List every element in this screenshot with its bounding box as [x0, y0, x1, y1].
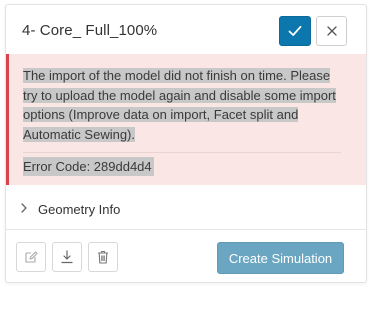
- simulation-card: 4- Core_ Full_100% The import of the mod…: [5, 4, 367, 283]
- check-icon: [288, 25, 302, 36]
- error-divider: [23, 152, 341, 153]
- chevron-right-icon: [21, 203, 27, 213]
- error-code: Error Code: 289dd4d4: [23, 157, 154, 176]
- close-button[interactable]: [316, 16, 347, 46]
- card-footer: Create Simulation: [6, 231, 366, 283]
- error-line: Automatic Sewing).: [23, 126, 135, 142]
- edit-button[interactable]: [16, 242, 46, 272]
- confirm-button[interactable]: [279, 16, 311, 46]
- download-button[interactable]: [52, 242, 82, 272]
- close-icon: [326, 26, 337, 36]
- error-line: The import of the model did not finish o…: [23, 68, 331, 83]
- error-line: options (Improve data on import, Facet s…: [23, 107, 299, 122]
- geometry-info-row[interactable]: Geometry Info: [6, 185, 366, 230]
- download-icon: [61, 250, 73, 264]
- trash-icon: [98, 250, 108, 264]
- error-message: The import of the model did not finish o…: [23, 66, 343, 144]
- edit-icon: [25, 251, 38, 263]
- geometry-info-label: Geometry Info: [38, 202, 121, 217]
- card-title: 4- Core_ Full_100%: [22, 22, 158, 39]
- error-message-box: The import of the model did not finish o…: [6, 54, 366, 185]
- card-header: 4- Core_ Full_100%: [6, 5, 366, 55]
- error-line: try to upload the model again and disabl…: [23, 87, 336, 103]
- delete-button[interactable]: [88, 242, 118, 272]
- create-simulation-button[interactable]: Create Simulation: [217, 242, 344, 274]
